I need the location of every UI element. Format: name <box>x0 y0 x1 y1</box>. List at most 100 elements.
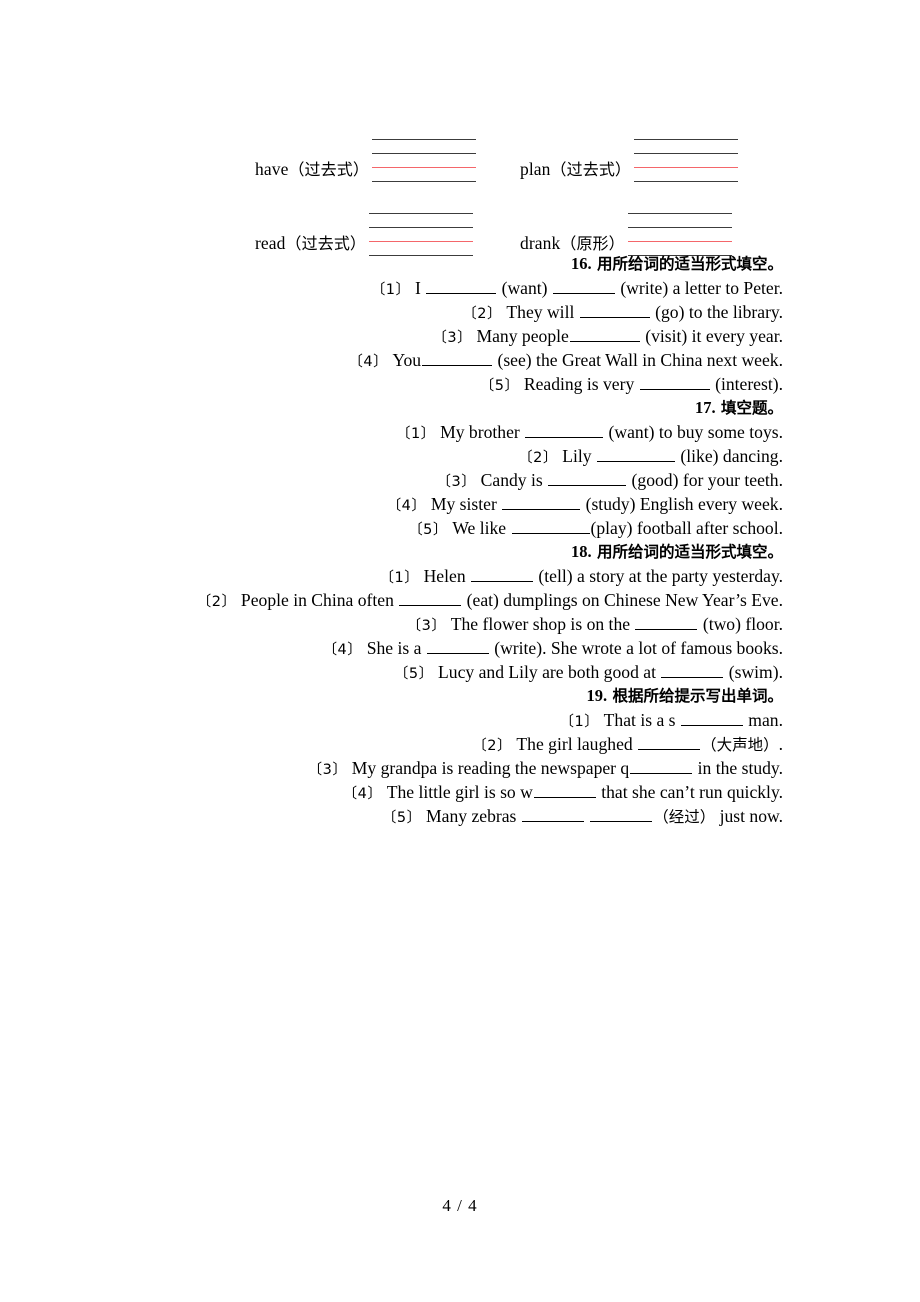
answer-blank[interactable] <box>426 639 489 654</box>
handwriting-word: drank <box>520 232 561 253</box>
question-text <box>585 806 589 826</box>
guide-line-red-baseline <box>369 241 474 242</box>
question-text: The girl laughed <box>512 734 638 754</box>
page-indicator: 4 / 4 <box>442 1196 478 1215</box>
question-text: My brother <box>435 422 525 442</box>
question-text: Many zebras <box>421 806 521 826</box>
section-title: 用所给词的适当形式填空。 <box>591 255 783 273</box>
answer-blank[interactable] <box>399 591 462 606</box>
answer-blank[interactable] <box>511 519 590 534</box>
handwriting-item-drank: drank（原形） <box>520 200 785 256</box>
question-number: 〔3〕 <box>406 618 447 634</box>
question-hint: （经过） <box>653 808 716 826</box>
four-line-guide[interactable] <box>627 200 732 256</box>
question-text: (like) dancing. <box>676 446 783 466</box>
question-number: 〔1〕 <box>395 426 436 442</box>
question-text: (go) to the library. <box>650 302 783 322</box>
guide-line-top <box>627 213 732 214</box>
question-text: (visit) it every year. <box>640 326 783 346</box>
question-text: (see) the Great Wall in China next week. <box>493 350 783 370</box>
answer-blank[interactable] <box>422 351 493 366</box>
answer-blank[interactable] <box>680 711 743 726</box>
question-item: 〔5〕 Reading is very (interest). <box>135 372 783 396</box>
handwriting-hint: （原形） <box>560 233 625 253</box>
handwriting-row: read（过去式） drank（原形） <box>140 182 785 256</box>
guide-line-bottom <box>371 181 476 182</box>
question-number: 〔4〕 <box>386 498 427 514</box>
question-text: . <box>778 734 783 754</box>
section-number: 16. <box>570 254 592 273</box>
answer-blank[interactable] <box>521 807 584 822</box>
page-footer: 4 / 4 <box>0 1196 920 1216</box>
answer-blank[interactable] <box>590 807 653 822</box>
answer-blank[interactable] <box>533 783 596 798</box>
question-text: Helen <box>419 566 471 586</box>
question-text: Candy is <box>476 470 548 490</box>
answer-blank[interactable] <box>471 567 534 582</box>
handwriting-hint: （过去式） <box>288 159 369 179</box>
answer-blank[interactable] <box>639 375 710 390</box>
guide-line-second <box>627 227 732 228</box>
question-item: 〔3〕 The flower shop is on the (two) floo… <box>135 612 783 636</box>
four-line-guide[interactable] <box>369 200 474 256</box>
question-text: in the study. <box>693 758 783 778</box>
answer-blank[interactable] <box>548 471 627 486</box>
worksheet-page: have（过去式） plan（过去式） read（过去式） drank（原形） … <box>0 0 920 1302</box>
section-title: 填空题。 <box>715 399 783 417</box>
handwriting-item-read: read（过去式） <box>255 200 520 256</box>
answer-blank[interactable] <box>635 615 698 630</box>
question-text: That is a s <box>599 710 680 730</box>
question-number: 〔1〕 <box>370 282 411 298</box>
guide-line-red-baseline <box>634 167 739 168</box>
question-item: 〔3〕 Many people (visit) it every year. <box>135 324 783 348</box>
question-number: 〔4〕 <box>342 786 383 802</box>
handwriting-hint: （过去式） <box>285 233 367 253</box>
section-title: 根据所给提示写出单词。 <box>607 687 783 705</box>
question-item: 〔5〕 We like (play) football after school… <box>135 516 783 540</box>
question-text: (want) to buy some toys. <box>604 422 783 442</box>
question-number: 〔2〕 <box>196 594 237 610</box>
question-text: Reading is very <box>519 374 639 394</box>
four-line-guide[interactable] <box>634 126 739 182</box>
handwriting-practice-block: have（过去式） plan（过去式） read（过去式） drank（原形） <box>140 108 785 256</box>
question-text: (swim). <box>724 662 783 682</box>
guide-line-top <box>634 139 739 140</box>
section-heading: 16. 用所给词的适当形式填空。 <box>135 252 783 276</box>
four-line-guide[interactable] <box>371 126 476 182</box>
answer-blank[interactable] <box>502 495 581 510</box>
question-number: 〔5〕 <box>408 522 448 538</box>
answer-blank[interactable] <box>569 327 640 342</box>
question-text: Lily <box>557 446 596 466</box>
question-number: 〔5〕 <box>393 666 434 682</box>
answer-blank[interactable] <box>552 279 615 294</box>
question-text: Lucy and Lily are both good at <box>433 662 661 682</box>
answer-blank[interactable] <box>426 279 497 294</box>
answer-blank[interactable] <box>638 735 701 750</box>
section-heading: 18. 用所给词的适当形式填空。 <box>135 540 783 564</box>
section-number: 19. <box>586 686 608 705</box>
answer-blank[interactable] <box>661 663 724 678</box>
question-item: 〔4〕 She is a (write). She wrote a lot of… <box>135 636 783 660</box>
question-item: 〔2〕 Lily (like) dancing. <box>135 444 783 468</box>
answer-blank[interactable] <box>525 423 604 438</box>
question-item: 〔5〕 Many zebras （经过） just now. <box>135 804 783 828</box>
question-text: man. <box>743 710 783 730</box>
answer-blank[interactable] <box>579 303 650 318</box>
section-number: 18. <box>570 542 592 561</box>
question-text: I <box>410 278 426 298</box>
question-item: 〔4〕 My sister (study) English every week… <box>135 492 783 516</box>
question-item: 〔5〕 Lucy and Lily are both good at (swim… <box>135 660 783 684</box>
question-number: 〔5〕 <box>479 378 520 394</box>
handwriting-hint: （过去式） <box>550 159 632 179</box>
handwriting-word: have <box>255 158 289 179</box>
guide-line-second <box>634 153 739 154</box>
answer-blank[interactable] <box>630 759 693 774</box>
question-text: She is a <box>362 638 426 658</box>
question-number: 〔4〕 <box>322 642 363 658</box>
answer-blank[interactable] <box>597 447 675 462</box>
question-text: (eat) dumplings on Chinese New Year’s Ev… <box>462 590 783 610</box>
question-item: 〔1〕 That is a s man. <box>135 708 783 732</box>
question-item: 〔1〕 Helen (tell) a story at the party ye… <box>135 564 783 588</box>
question-item: 〔1〕 I (want) (write) a letter to Peter. <box>135 276 783 300</box>
question-number: 〔5〕 <box>381 810 422 826</box>
